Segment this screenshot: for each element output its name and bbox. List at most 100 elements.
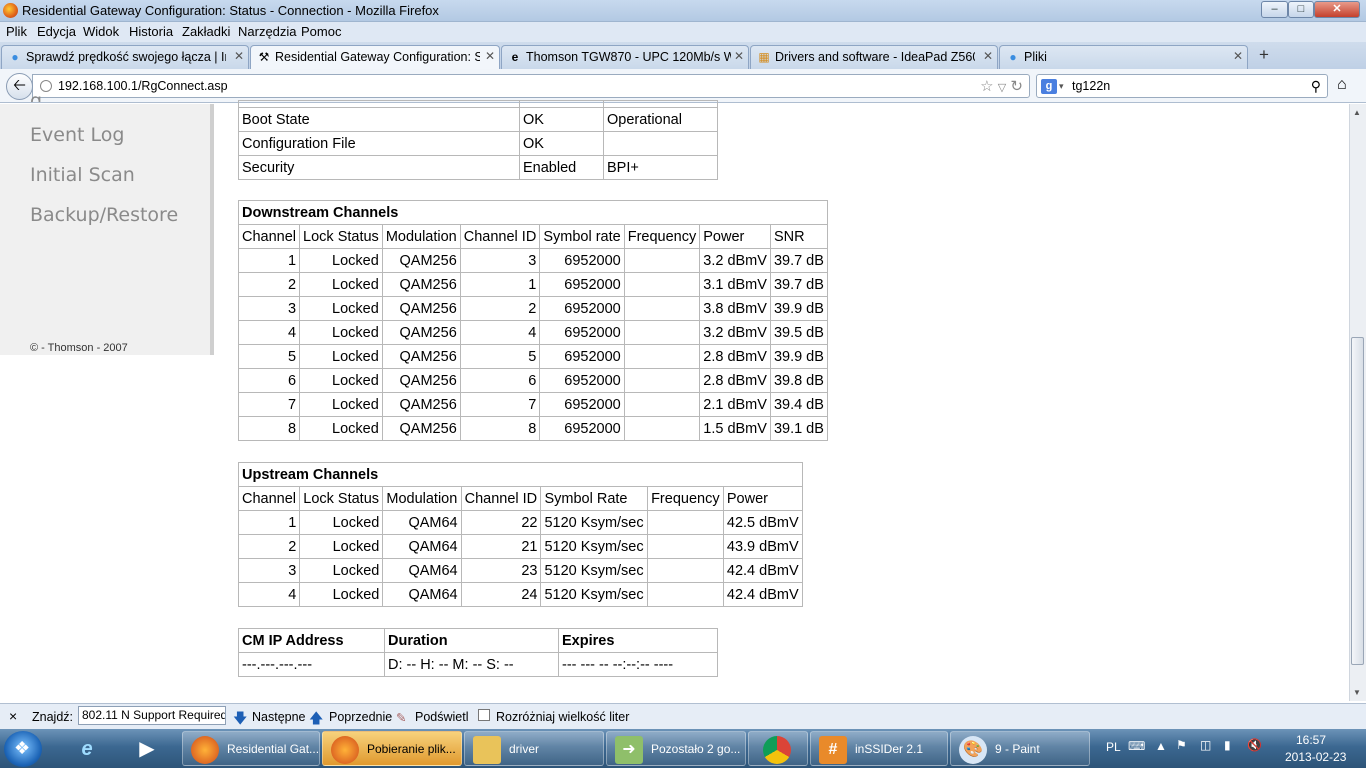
taskbar-firefox-downloads[interactable]: Pobieranie plik... <box>322 731 462 766</box>
tab-speedtest[interactable]: ● Sprawdź prędkość swojego łącza | Int..… <box>1 45 249 69</box>
ie-icon[interactable]: e <box>70 733 104 765</box>
home-icon[interactable]: ⌂ <box>1337 76 1347 94</box>
minimize-button[interactable]: – <box>1261 1 1288 18</box>
cell: Locked <box>299 416 383 441</box>
cell: 3.2 dBmV <box>699 320 771 345</box>
cell: 5120 Ksym/sec <box>540 510 649 535</box>
star-icon[interactable]: ☆ <box>980 78 993 95</box>
findbar-close-button[interactable]: × <box>9 708 17 724</box>
taskbar-copy-progress[interactable]: ➜ Pozostało 2 go... <box>606 731 746 766</box>
cell: 3 <box>237 558 301 583</box>
cell: 42.4 dBmV <box>722 558 804 583</box>
reload-icon[interactable]: ↻ <box>1010 78 1023 95</box>
show-hidden-icons-icon[interactable]: ▲ <box>1155 739 1167 753</box>
close-tab-icon[interactable]: ✕ <box>1233 49 1243 63</box>
taskbar-label: inSSIDer 2.1 <box>855 742 924 756</box>
keyboard-icon[interactable]: ⌨ <box>1128 739 1145 753</box>
find-input[interactable]: 802.11 N Support Required <box>78 706 226 725</box>
column-header: Channel ID <box>459 224 541 249</box>
cell <box>623 416 701 441</box>
search-icon[interactable]: ⚲ <box>1311 78 1321 95</box>
tab-gateway[interactable]: ⚒ Residential Gateway Configuration: St.… <box>250 45 500 70</box>
menu-bar: Plik Edycja Widok Historia Zakładki Narz… <box>0 22 1366 42</box>
maximize-button[interactable]: □ <box>1288 1 1314 18</box>
tab-thomson[interactable]: e Thomson TGW870 - UPC 120Mb/s Wi... ✕ <box>501 45 749 69</box>
clock-time[interactable]: 16:57 <box>1296 733 1326 747</box>
url-text[interactable]: 192.168.100.1/RgConnect.asp <box>58 79 228 93</box>
cell: 4 <box>459 320 541 345</box>
highlight-button[interactable]: Podświetl <box>415 710 469 724</box>
tools-icon: ⚒ <box>258 50 270 64</box>
match-case-label[interactable]: Rozróżniaj wielkość liter <box>496 710 629 724</box>
upstream-title: Upstream Channels <box>238 462 803 487</box>
droplet-icon: ● <box>11 50 19 64</box>
tab-label: Residential Gateway Configuration: St... <box>275 50 480 64</box>
cell: 39.4 dB <box>769 392 829 417</box>
column-header: Channel ID <box>460 486 542 511</box>
cell: Enabled <box>519 155 604 180</box>
find-prev-button[interactable]: Poprzednie <box>329 710 392 724</box>
close-tab-icon[interactable]: ✕ <box>983 49 993 63</box>
search-bar[interactable]: g ▾ tg122n ⚲ <box>1036 74 1328 98</box>
copy-icon: ➜ <box>615 736 643 764</box>
start-button[interactable]: ❖ <box>4 731 42 767</box>
find-next-button[interactable]: Następne <box>252 710 306 724</box>
nav-link-partial[interactable]: g <box>30 90 42 102</box>
menu-zakladki[interactable]: Zakładki <box>182 24 230 39</box>
table-row: 4 Locked QAM64 24 5120 Ksym/sec 42.4 dBmV <box>237 582 804 607</box>
cell: QAM256 <box>381 272 461 297</box>
language-indicator[interactable]: PL <box>1106 740 1121 754</box>
menu-narzedzia[interactable]: Narzędzia <box>238 24 297 39</box>
volume-muted-icon[interactable]: 🔇 <box>1247 738 1262 752</box>
google-icon[interactable]: g <box>1041 79 1057 94</box>
close-tab-icon[interactable]: ✕ <box>734 49 744 63</box>
menu-widok[interactable]: Widok <box>83 24 119 39</box>
column-header: Power <box>722 486 804 511</box>
url-bar[interactable]: 192.168.100.1/RgConnect.asp ☆ ▽ ↻ <box>32 74 1030 98</box>
close-tab-icon[interactable]: ✕ <box>485 49 495 63</box>
taskbar-inssider[interactable]: # inSSIDer 2.1 <box>810 731 948 766</box>
cell: 1 <box>237 248 301 273</box>
network-signal-icon[interactable]: ▮ <box>1224 738 1231 752</box>
close-button[interactable]: ✕ <box>1314 1 1360 18</box>
media-player-icon[interactable]: ▶ <box>130 733 164 765</box>
close-tab-icon[interactable]: ✕ <box>234 49 244 63</box>
cell: 1 <box>237 510 301 535</box>
scrollbar-thumb[interactable] <box>1351 337 1364 665</box>
table-row: 1 Locked QAM64 22 5120 Ksym/sec 42.5 dBmV <box>237 510 804 535</box>
cell <box>623 368 701 393</box>
taskbar-chrome[interactable] <box>748 731 808 766</box>
device-icon[interactable]: ◫ <box>1200 738 1211 752</box>
taskbar-firefox-gateway[interactable]: Residential Gat... <box>182 731 320 766</box>
menu-historia[interactable]: Historia <box>129 24 173 39</box>
menu-edycja[interactable]: Edycja <box>37 24 76 39</box>
table-row <box>238 100 718 108</box>
flag-icon[interactable]: ⚑ <box>1176 738 1187 752</box>
menu-plik[interactable]: Plik <box>6 24 27 39</box>
scroll-up-icon[interactable]: ▲ <box>1353 108 1361 117</box>
new-tab-button[interactable]: + <box>1251 45 1277 66</box>
back-button[interactable]: 🡠 <box>6 73 33 100</box>
nav-link-event-log[interactable]: Event Log <box>30 124 124 146</box>
dropdown-icon[interactable]: ▽ <box>998 82 1006 94</box>
cell: QAM256 <box>381 248 461 273</box>
menu-pomoc[interactable]: Pomoc <box>301 24 341 39</box>
nav-link-backup-restore[interactable]: Backup/Restore <box>30 204 178 226</box>
cell: 39.7 dB <box>769 272 829 297</box>
engine-dropdown-icon[interactable]: ▾ <box>1059 81 1064 92</box>
scroll-down-icon[interactable]: ▼ <box>1353 688 1361 697</box>
cell: 6952000 <box>539 392 625 417</box>
cell: 8 <box>459 416 541 441</box>
cell: 1.5 dBmV <box>699 416 771 441</box>
downstream-title: Downstream Channels <box>238 200 828 225</box>
tab-drivers[interactable]: ▦ Drivers and software - IdeaPad Z560 ..… <box>750 45 998 69</box>
taskbar-driver-folder[interactable]: driver <box>464 731 604 766</box>
match-case-checkbox[interactable] <box>478 709 490 721</box>
tab-pliki[interactable]: ● Pliki ✕ <box>999 45 1248 69</box>
nav-link-initial-scan[interactable]: Initial Scan <box>30 164 135 186</box>
cell: 23 <box>460 558 542 583</box>
clock-date[interactable]: 2013-02-23 <box>1285 750 1346 764</box>
taskbar-paint[interactable]: 🎨 9 - Paint <box>950 731 1090 766</box>
taskbar-label: 9 - Paint <box>995 742 1040 756</box>
search-input[interactable]: tg122n <box>1072 79 1110 93</box>
